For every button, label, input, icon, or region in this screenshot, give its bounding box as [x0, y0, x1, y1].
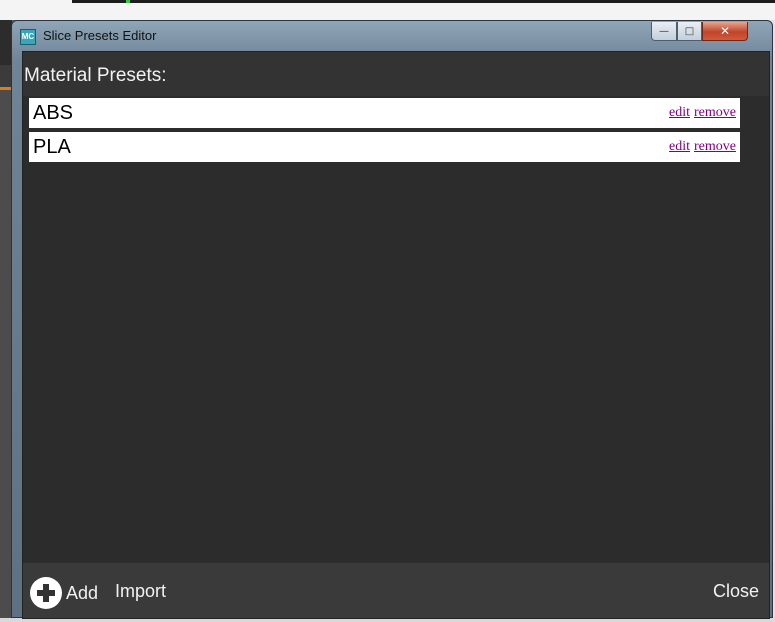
list-item-pla: PLA edit remove	[29, 132, 740, 162]
plus-circle-icon	[30, 577, 62, 609]
dialog-client-area: Material Presets: ABS edit remove PLA edi…	[22, 51, 770, 619]
window-title: Slice Presets Editor	[43, 28, 157, 43]
import-button[interactable]: Import	[115, 581, 166, 602]
close-window-button[interactable]: ✕	[702, 22, 748, 41]
background-app-strip	[72, 0, 775, 3]
title-bar[interactable]: MC Slice Presets Editor — □ ✕	[12, 21, 772, 51]
close-button[interactable]: Close	[713, 581, 759, 602]
minimize-button[interactable]: —	[651, 22, 677, 41]
dialog-footer: Add Import Close	[23, 563, 769, 618]
minimize-icon: —	[659, 25, 669, 37]
preset-actions: edit remove	[665, 139, 736, 155]
edit-link[interactable]: edit	[669, 139, 690, 154]
close-icon: ✕	[719, 24, 731, 38]
maximize-button[interactable]: □	[677, 22, 702, 41]
remove-link[interactable]: remove	[694, 105, 736, 120]
desktop-top-bar	[0, 0, 775, 20]
preset-name: ABS	[33, 102, 74, 124]
list-item-abs: ABS edit remove	[29, 98, 740, 128]
preset-actions: edit remove	[665, 105, 736, 121]
app-icon: MC	[20, 29, 36, 45]
add-label: Add	[66, 582, 99, 603]
maximize-icon: □	[684, 25, 695, 37]
edit-link[interactable]: edit	[669, 105, 690, 120]
background-indicator	[126, 0, 130, 3]
slice-presets-editor-window: MC Slice Presets Editor — □ ✕ Material P…	[11, 20, 773, 619]
add-button[interactable]: Add	[30, 577, 98, 609]
remove-link[interactable]: remove	[694, 139, 736, 154]
presets-list: ABS edit remove PLA edit remove	[23, 96, 769, 563]
preset-name: PLA	[33, 136, 71, 158]
page-title: Material Presets:	[24, 65, 167, 86]
